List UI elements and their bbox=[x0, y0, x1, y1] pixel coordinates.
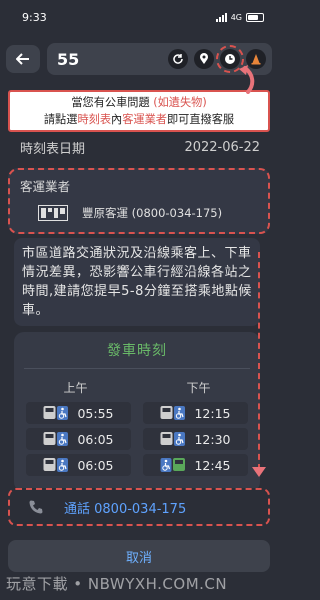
operator-card[interactable]: 客運業者 豐原客運 (0800-034-175) bbox=[8, 168, 270, 234]
departure-time: 05:55 bbox=[77, 405, 114, 421]
schedule-date-row: 時刻表日期 2022-06-22 bbox=[20, 136, 260, 158]
accessible-bus-icon bbox=[43, 457, 69, 473]
departure-time: 12:15 bbox=[194, 405, 231, 421]
call-label: 通話 0800-034-175 bbox=[64, 501, 187, 517]
callout-line1-prefix: 當您有公車問題 bbox=[71, 96, 150, 109]
battery-icon bbox=[246, 12, 264, 22]
cancel-button[interactable]: 取消 bbox=[8, 540, 270, 572]
route-number: 55 bbox=[57, 49, 80, 69]
accessible-bus-icon bbox=[160, 431, 186, 447]
departure-row: 05:55 bbox=[26, 402, 131, 424]
status-indicators: 4G bbox=[215, 12, 264, 22]
callout-line2-part1: 請點選 bbox=[43, 113, 78, 126]
schedule-date-value: 2022-06-22 bbox=[184, 139, 260, 155]
callout-pointer-icon bbox=[239, 65, 255, 94]
callout-highlight-timetable: 時刻表 bbox=[77, 113, 112, 126]
map-pin-icon bbox=[200, 53, 208, 64]
back-arrow-icon bbox=[16, 53, 29, 65]
departure-time: 12:30 bbox=[194, 431, 231, 447]
watermark: 玩意下載 • NBWYXH.COM.CN bbox=[6, 574, 228, 593]
down-arrow-icon bbox=[252, 467, 266, 477]
callout-line2-part3: 即可直撥客服 bbox=[166, 113, 235, 126]
departure-row: 12:45 bbox=[143, 454, 248, 476]
departure-row: 06:05 bbox=[26, 454, 131, 476]
accessible-bus-icon bbox=[43, 405, 69, 421]
call-button[interactable]: 通話 0800-034-175 bbox=[8, 488, 270, 526]
divider bbox=[24, 368, 250, 369]
departure-times-card: 發車時刻 上午 下午 05:55 06:05 06:05 12:15 12:30… bbox=[14, 332, 260, 492]
departure-time: 06:05 bbox=[77, 431, 114, 447]
departure-time: 12:45 bbox=[194, 457, 231, 473]
status-bar: 9:33 4G bbox=[0, 0, 278, 34]
departure-header: 上午 下午 bbox=[14, 379, 260, 396]
departure-time: 06:05 bbox=[77, 457, 114, 473]
phone-icon bbox=[29, 500, 43, 514]
pm-label: 下午 bbox=[186, 381, 211, 395]
clock-icon bbox=[225, 54, 235, 64]
back-button[interactable] bbox=[6, 45, 40, 73]
status-time: 9:33 bbox=[22, 10, 47, 24]
refresh-icon bbox=[173, 54, 183, 64]
map-button[interactable] bbox=[194, 49, 214, 69]
accessible-bus-icon bbox=[160, 405, 186, 421]
operator-row[interactable]: 豐原客運 (0800-034-175) bbox=[20, 205, 258, 221]
operator-name: 豐原客運 (0800-034-175) bbox=[82, 206, 223, 220]
callout-line2-part2: 內 bbox=[111, 113, 123, 126]
instruction-callout: 當您有公車問題 (如遺失物) 請點選時刻表內客運業者即可直撥客服 bbox=[8, 90, 270, 132]
pm-column: 12:15 12:30 12:45 bbox=[137, 402, 254, 480]
guide-dashed-line bbox=[258, 252, 260, 470]
am-column: 05:55 06:05 06:05 bbox=[20, 402, 137, 480]
departure-row: 12:30 bbox=[143, 428, 248, 450]
operator-title: 客運業者 bbox=[20, 179, 71, 194]
accessible-bus-icon bbox=[43, 431, 69, 447]
operator-logo-icon bbox=[38, 205, 68, 221]
departure-title: 發車時刻 bbox=[107, 343, 167, 359]
travel-notice: 市區道路交通狀況及沿線乘客上、下車情況差異，恐影響公車行經沿線各站之時間,建請您… bbox=[14, 238, 260, 326]
callout-line1-highlight: (如遺失物) bbox=[153, 96, 207, 109]
departure-row: 12:15 bbox=[143, 402, 248, 424]
signal-icon bbox=[215, 12, 227, 22]
accessible-green-bus-icon bbox=[160, 457, 186, 473]
callout-highlight-operator: 客運業者 bbox=[122, 113, 167, 126]
departure-row: 06:05 bbox=[26, 428, 131, 450]
am-label: 上午 bbox=[63, 381, 88, 395]
schedule-date-label: 時刻表日期 bbox=[20, 141, 86, 157]
refresh-button[interactable] bbox=[168, 49, 188, 69]
network-label: 4G bbox=[230, 12, 242, 22]
